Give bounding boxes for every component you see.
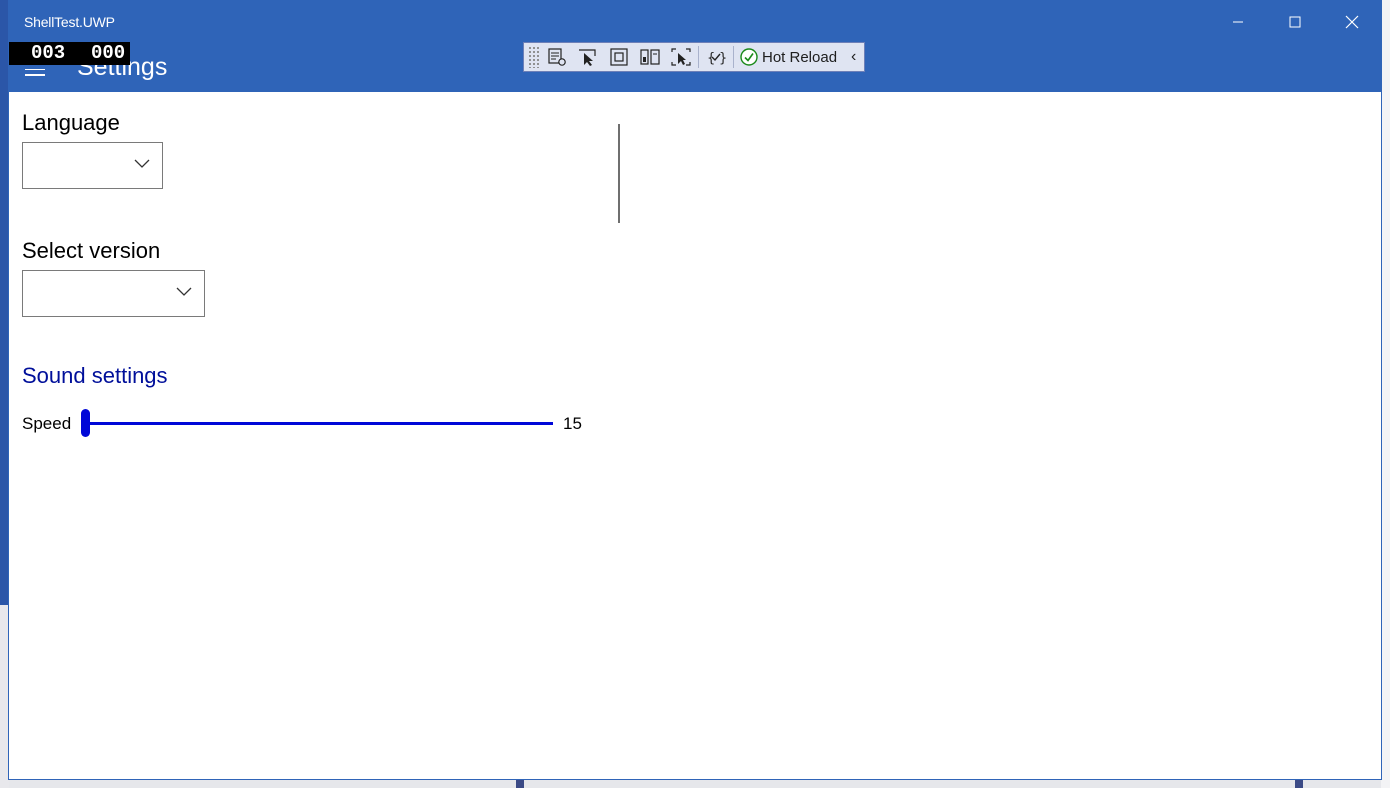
speed-value: 15 — [563, 414, 582, 433]
xaml-binding-icon: { } — [707, 51, 726, 66]
hamburger-menu-button[interactable] — [25, 63, 45, 80]
toolbar-separator — [733, 46, 734, 68]
version-combobox[interactable] — [22, 270, 205, 317]
xaml-debug-toolbar: { } Hot Reload ‹ — [523, 42, 865, 72]
background-app-bottom — [9, 779, 1381, 788]
background-mark — [1295, 779, 1303, 788]
close-icon — [1345, 15, 1359, 29]
chevron-down-icon — [176, 287, 192, 296]
xaml-binding-button[interactable]: { } — [703, 45, 729, 69]
language-combobox[interactable] — [22, 142, 163, 189]
select-element-button[interactable] — [575, 45, 601, 69]
live-visual-tree-button[interactable] — [544, 45, 570, 69]
check-circle-icon — [740, 48, 758, 66]
track-focus-button[interactable] — [637, 45, 663, 69]
track-focus-icon — [640, 49, 660, 65]
display-layout-adorners-icon — [610, 48, 628, 66]
title-bar: ShellTest.UWP Settings 003 000 {Hot Rel… — [9, 1, 1381, 92]
toolbar-separator — [698, 46, 699, 68]
background-mark — [516, 779, 524, 788]
hot-reload-label: Hot Reload — [762, 48, 838, 66]
sound-settings-heading: Sound settings — [22, 363, 168, 388]
language-label: Language — [22, 110, 120, 135]
close-button[interactable] — [1329, 7, 1375, 37]
hot-reload-status[interactable]: Hot Reload — [740, 48, 837, 66]
speed-slider-thumb[interactable] — [81, 409, 90, 437]
maximize-icon — [1289, 16, 1301, 28]
minimize-icon — [1233, 21, 1243, 23]
binding-failures-button[interactable] — [668, 45, 694, 69]
binding-failures-icon — [671, 48, 691, 66]
select-version-label: Select version — [22, 238, 161, 263]
app-window: ShellTest.UWP Settings 003 000 {Hot Rel… — [8, 0, 1382, 780]
background-app-right — [1381, 0, 1390, 788]
maximize-button[interactable] — [1272, 7, 1318, 37]
speed-label: Speed — [22, 414, 72, 433]
toolbar-grip-handle[interactable] — [528, 46, 540, 68]
svg-text:}: } — [719, 51, 726, 66]
vertical-scrollbar[interactable] — [618, 124, 620, 223]
speed-slider-track[interactable] — [85, 422, 553, 425]
live-visual-tree-icon — [548, 48, 566, 66]
fps-counter-right: 000 — [91, 42, 126, 64]
minimize-button[interactable] — [1215, 7, 1261, 37]
select-element-icon — [579, 49, 596, 66]
fps-counter: 003 000 — [9, 42, 130, 65]
chevron-down-icon — [134, 159, 150, 168]
fps-counter-left: 003 — [31, 42, 66, 64]
display-layout-adorners-button[interactable] — [606, 45, 632, 69]
collapse-toolbar-button[interactable]: ‹ — [851, 48, 856, 66]
window-title: ShellTest.UWP — [24, 14, 115, 30]
